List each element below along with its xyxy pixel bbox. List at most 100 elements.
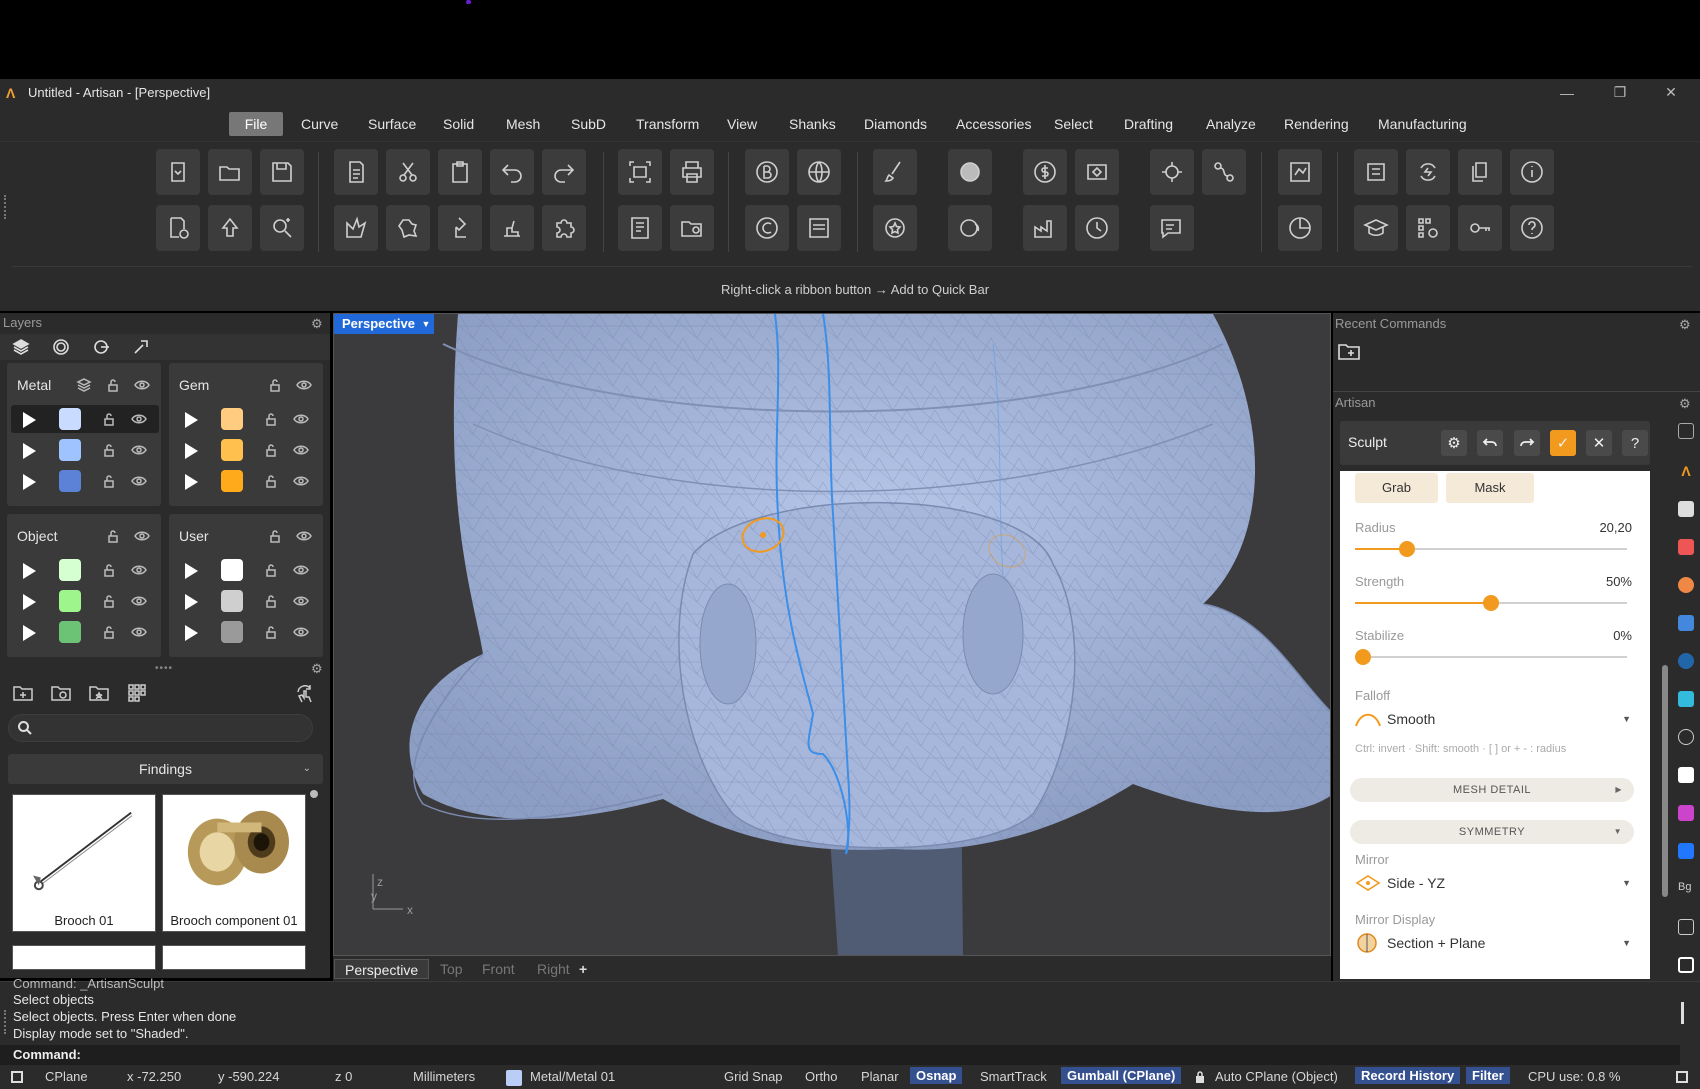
lock-icon[interactable]: [105, 528, 121, 544]
redo-icon[interactable]: [1514, 430, 1540, 456]
setting-tool-icon[interactable]: [490, 205, 534, 251]
radius-slider[interactable]: [1355, 541, 1627, 557]
gumball-icon[interactable]: [1150, 149, 1194, 195]
menu-solid[interactable]: Solid: [433, 112, 484, 136]
capture-icon[interactable]: [618, 149, 662, 195]
eye-icon[interactable]: [131, 624, 147, 640]
menu-shanks[interactable]: Shanks: [779, 112, 846, 136]
grid-settings-icon[interactable]: [126, 682, 150, 706]
eye-icon[interactable]: [296, 377, 312, 393]
eye-icon[interactable]: [293, 473, 309, 489]
lock-icon[interactable]: [263, 624, 279, 640]
color-wheel-icon[interactable]: [1678, 577, 1694, 593]
play-icon[interactable]: [185, 563, 198, 579]
play-icon[interactable]: [23, 594, 36, 610]
help-panel-icon[interactable]: [1678, 615, 1694, 631]
status-layer[interactable]: Metal/Metal 01: [530, 1069, 615, 1084]
panel-toggle-icon[interactable]: [1678, 957, 1694, 973]
eye-icon[interactable]: [293, 411, 309, 427]
toggle-gumball[interactable]: Gumball (CPlane): [1061, 1067, 1182, 1084]
play-icon[interactable]: [23, 474, 36, 490]
play-icon[interactable]: [23, 443, 36, 459]
info-icon[interactable]: [1510, 149, 1554, 195]
symmetry-section[interactable]: SYMMETRY ▼: [1350, 820, 1634, 844]
menu-select[interactable]: Select: [1044, 112, 1103, 136]
layer-row[interactable]: [173, 436, 321, 464]
eye-icon[interactable]: [296, 528, 312, 544]
documents-icon[interactable]: [1458, 149, 1502, 195]
lock-icon[interactable]: [263, 442, 279, 458]
gem-report-icon[interactable]: [1075, 149, 1119, 195]
layer-color-swatch[interactable]: [221, 559, 243, 581]
strength-slider[interactable]: [1355, 595, 1627, 611]
properties-icon[interactable]: [1678, 423, 1694, 439]
stabilize-slider[interactable]: [1355, 649, 1627, 665]
price-icon[interactable]: [1023, 149, 1067, 195]
materials-tab-icon[interactable]: [43, 335, 79, 359]
folder-user-icon[interactable]: [670, 205, 714, 251]
lock-icon[interactable]: [263, 562, 279, 578]
eye-icon[interactable]: [131, 411, 147, 427]
command-line[interactable]: Command:: [0, 1045, 1680, 1065]
new-doc-button[interactable]: [334, 149, 378, 195]
save-button[interactable]: [260, 149, 304, 195]
undo-icon[interactable]: [1477, 430, 1503, 456]
menu-accessories[interactable]: Accessories: [946, 112, 1041, 136]
layouts-icon[interactable]: [1678, 919, 1694, 935]
calendar-clock-icon[interactable]: [1406, 205, 1450, 251]
menu-view[interactable]: View: [717, 112, 767, 136]
shank-tool-icon[interactable]: [438, 205, 482, 251]
play-icon[interactable]: [185, 412, 198, 428]
library-item-brooch-component[interactable]: Brooch component 01: [162, 794, 306, 932]
toggle-smarttrack[interactable]: SmartTrack: [980, 1069, 1047, 1084]
display-icon[interactable]: [1678, 501, 1694, 517]
help-icon[interactable]: [1510, 205, 1554, 251]
toggle-filter[interactable]: Filter: [1466, 1067, 1510, 1084]
eye-icon[interactable]: [293, 442, 309, 458]
toggle-record-history[interactable]: Record History: [1355, 1067, 1461, 1084]
toggle-grid-snap[interactable]: Grid Snap: [724, 1069, 783, 1084]
add-folder-icon[interactable]: [12, 682, 36, 706]
ring-tool-icon[interactable]: [334, 205, 378, 251]
toggle-osnap[interactable]: Osnap: [910, 1067, 963, 1084]
layer-row[interactable]: [173, 467, 321, 495]
toolbar-grip[interactable]: [4, 195, 7, 219]
render-icon[interactable]: [1678, 539, 1694, 555]
layer-color-swatch[interactable]: [59, 590, 81, 612]
eye-icon[interactable]: [131, 562, 147, 578]
layer-row[interactable]: [173, 405, 321, 433]
menu-manufacturing[interactable]: Manufacturing: [1368, 112, 1477, 136]
lock-icon[interactable]: [263, 411, 279, 427]
play-icon[interactable]: [23, 412, 36, 428]
undo-icon[interactable]: [490, 149, 534, 195]
toggle-ortho[interactable]: Ortho: [805, 1069, 838, 1084]
menu-surface[interactable]: Surface: [358, 112, 426, 136]
lights-tab-icon[interactable]: [83, 335, 119, 359]
layer-color-swatch[interactable]: [221, 408, 243, 430]
new-file-button[interactable]: [156, 149, 200, 195]
tutorial-icon[interactable]: [1354, 205, 1398, 251]
layer-row[interactable]: [11, 556, 159, 584]
license-key-icon[interactable]: [1458, 205, 1502, 251]
eye-icon[interactable]: [293, 624, 309, 640]
layer-row[interactable]: [11, 587, 159, 615]
lock-icon[interactable]: [267, 377, 283, 393]
layer-color-swatch[interactable]: [221, 590, 243, 612]
shape-tool-icon[interactable]: [386, 205, 430, 251]
lock-icon[interactable]: [1195, 1070, 1205, 1084]
layer-color-swatch[interactable]: [221, 621, 243, 643]
bold-b-icon[interactable]: [745, 149, 789, 195]
layer-row[interactable]: [173, 618, 321, 646]
panel-scrollbar[interactable]: [1662, 665, 1668, 897]
layer-color-swatch[interactable]: [59, 470, 81, 492]
tab-top[interactable]: Top: [430, 959, 473, 979]
artisan-logo-icon[interactable]: Λ: [1678, 463, 1694, 479]
lock-icon[interactable]: [267, 528, 283, 544]
play-icon[interactable]: [185, 443, 198, 459]
stabilize-slider-knob[interactable]: [1355, 649, 1371, 665]
menu-subd[interactable]: SubD: [561, 112, 616, 136]
layer-color-swatch[interactable]: [59, 439, 81, 461]
eye-icon[interactable]: [293, 593, 309, 609]
gear-icon[interactable]: ⚙: [311, 662, 324, 675]
menu-analyze[interactable]: Analyze: [1196, 112, 1266, 136]
